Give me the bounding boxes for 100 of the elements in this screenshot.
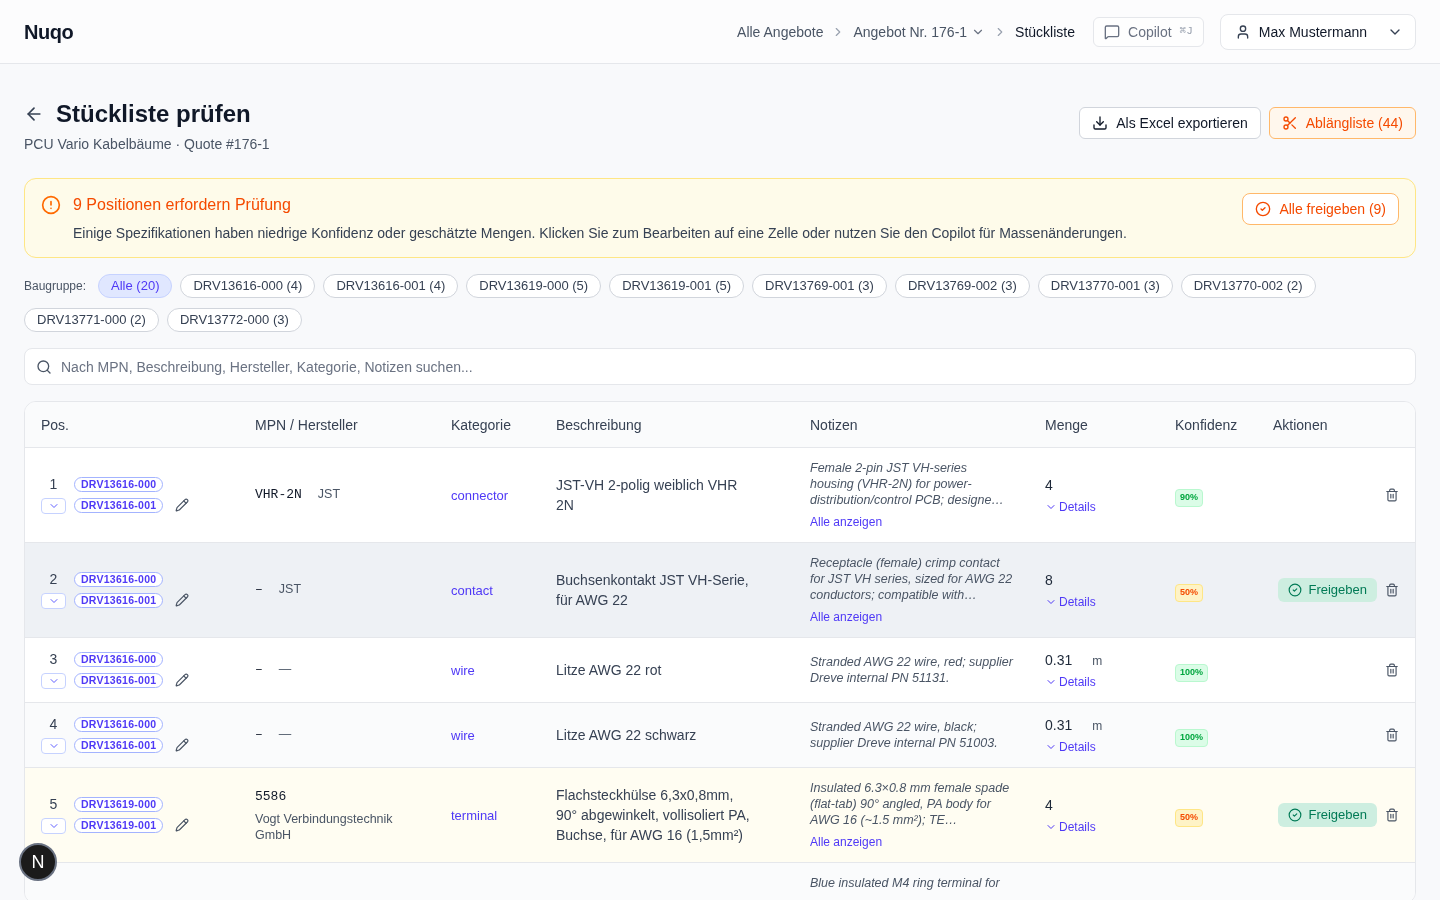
category-link[interactable]: contact [451,583,493,598]
mpn-text: – [255,661,263,680]
column-header: Pos. [41,415,69,435]
app-logo[interactable]: Nuqo [24,17,74,46]
filter-chip[interactable]: DRV13770-002 (2) [1180,274,1316,298]
export-button[interactable]: Als Excel exportieren [1079,107,1261,139]
mpn-text: – [255,726,263,745]
trash-icon[interactable] [1385,808,1399,822]
show-all-link[interactable]: Alle anzeigen [810,514,883,530]
assembly-tag: DRV13616-000 [74,652,164,667]
confidence-badge: 50% [1175,584,1203,602]
confidence-badge: 100% [1175,664,1209,682]
assembly-tag: DRV13619-001 [74,818,164,833]
description-text: Flachsteckhülse 6,3x0,8mm, 90° abgewinkelt, vollisoliert PA, Buchse, für AWG 16 (1,5mm²) [556,786,751,845]
notes-text: Stranded AWG 22 wire, black; supplier Dreve internal PN 51003. [810,719,999,751]
filter-chip[interactable]: DRV13771-000 (2) [24,308,159,332]
check-circle-icon [1288,808,1303,822]
check-circle-icon [1288,583,1303,597]
notes-text: Insulated 6.3×0.8 mm female spade (flat-tab) 90° angled, PA body for AWG 16 (~1.5 mm²); TE… [810,780,1011,828]
category-link[interactable]: wire [451,728,475,743]
assembly-tag: DRV13619-000 [74,797,164,812]
pencil-icon[interactable] [175,738,190,752]
assembly-tag: DRV13616-000 [74,477,164,492]
filter-chip[interactable]: Alle (20) [98,274,173,298]
quantity-value: 8 [1045,571,1053,590]
description-text: Litze AWG 22 rot [556,661,663,680]
description-text: Litze AWG 22 schwarz [556,726,698,745]
notes-text: Blue insulated M4 ring terminal for [810,875,1001,891]
manufacturer-text: JST [278,581,302,598]
column-header: MPN / Hersteller [255,415,358,435]
category-link[interactable]: wire [451,663,475,678]
position-number: 5 [49,796,58,812]
user-menu-button[interactable]: Max Mustermann [1219,13,1416,50]
confidence-badge: 90% [1175,489,1203,507]
show-all-link[interactable]: Alle anzeigen [810,609,883,625]
mpn-text: VHR-2N [255,486,302,505]
scissors-icon [1281,115,1298,131]
description-text: Buchsenkontakt JST VH-Serie, für AWG 22 [556,571,750,610]
details-link[interactable]: Details [1045,739,1096,755]
search-icon [36,358,52,375]
mpn-text: 5586 [255,788,287,807]
notes-text: Female 2-pin JST VH-series housing (VHR-2N) for power-distribution/control PCB; designe… [810,460,1005,508]
pencil-icon[interactable] [175,593,190,607]
dev-tools-button[interactable]: N [19,843,57,881]
filter-chip[interactable]: DRV13616-000 (4) [180,274,316,298]
filter-chip[interactable]: DRV13772-000 (3) [166,308,302,332]
assembly-tag: DRV13616-000 [74,572,164,587]
download-icon [1092,115,1109,131]
trash-icon[interactable] [1385,583,1399,597]
manufacturer-text: Vogt Verbindungstechnik GmbH [255,810,394,843]
notes-text: Stranded AWG 22 wire, red; supplier Dreve internal PN 51131. [810,654,1013,686]
column-header: Kategorie [451,415,511,435]
approve-all-button[interactable]: Alle freigeben (9) [1242,193,1399,225]
quantity-value: 0.31 [1045,716,1073,735]
search-field[interactable]: Nach MPN, Beschreibung, Hersteller, Kategorie, Notizen suchen... [24,348,1416,385]
filter-chip[interactable]: DRV13619-001 (5) [609,274,745,298]
filter-label: Baugruppe: [24,278,87,294]
filter-chip[interactable]: DRV13769-001 (3) [752,274,887,298]
pencil-icon[interactable] [175,818,190,832]
details-link[interactable]: Details [1045,674,1096,690]
approve-button[interactable]: Freigeben [1278,578,1377,602]
filter-chip[interactable]: DRV13770-001 (3) [1037,274,1173,298]
pencil-icon[interactable] [175,673,190,687]
breadcrumb-link[interactable]: Angebot Nr. 176-1 [853,21,986,42]
quantity-value: 0.31 [1045,651,1073,670]
assembly-tag: DRV13616-000 [74,717,164,732]
position-number: 4 [49,716,58,732]
column-header: Konfidenz [1175,415,1238,435]
confidence-badge: 100% [1175,729,1209,747]
assembly-tag: DRV13616-001 [74,593,164,608]
check-circle-icon [1255,201,1272,217]
filter-chip[interactable]: DRV13619-000 (5) [466,274,602,298]
details-link[interactable]: Details [1045,594,1096,610]
unit-text: m [1092,653,1103,669]
pencil-icon[interactable] [175,498,190,512]
details-link[interactable]: Details [1045,819,1096,835]
alert-title: 9 Positionen erfordern Prüfung [73,195,292,215]
breadcrumb-link[interactable]: Alle Angebote [737,21,824,42]
position-number: 1 [49,476,58,492]
trash-icon[interactable] [1385,488,1399,502]
trash-icon[interactable] [1385,728,1399,742]
cut-list-button[interactable]: Ablängliste (44) [1268,107,1416,139]
column-header: Notizen [810,415,858,435]
approve-button[interactable]: Freigeben [1278,803,1377,827]
quantity-value: 4 [1045,796,1053,815]
trash-icon[interactable] [1385,663,1399,677]
category-link[interactable]: connector [451,488,509,503]
shortcut-key: ⌘J [1179,23,1193,40]
column-header: Aktionen [1273,415,1328,435]
copilot-button[interactable]: Copilot ⌘J [1093,16,1204,47]
category-link[interactable]: terminal [451,808,498,823]
filter-chip[interactable]: DRV13616-001 (4) [323,274,459,298]
breadcrumb-link[interactable]: Stückliste [1015,21,1075,42]
manufacturer-text: JST [317,486,341,503]
mpn-text: – [255,581,263,600]
details-link[interactable]: Details [1045,499,1096,515]
filter-chip[interactable]: DRV13769-002 (3) [894,274,1030,298]
quantity-value: 4 [1045,476,1053,495]
show-all-link[interactable]: Alle anzeigen [810,834,883,850]
manufacturer-text: — [278,726,292,743]
